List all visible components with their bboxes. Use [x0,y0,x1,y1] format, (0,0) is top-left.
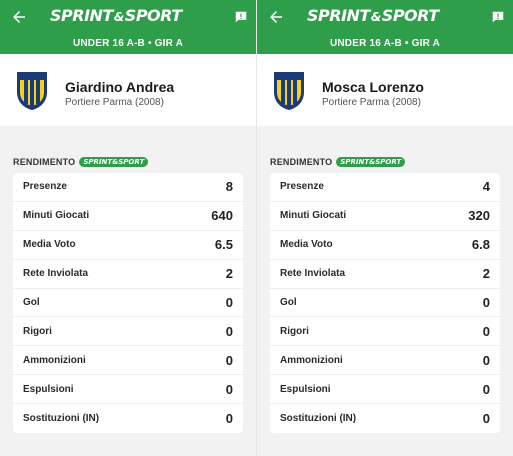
stat-row-espulsioni: Espulsioni 0 [270,375,500,405]
stat-row-gol: Gol 0 [270,289,500,318]
stat-row-presenze: Presenze 8 [13,173,243,202]
stat-row-minuti: Minuti Giocati 320 [270,202,500,231]
sprint-sport-badge: SPRINT&SPORT [336,157,406,167]
performance-label: RENDIMENTO [270,157,333,167]
alert-message-icon[interactable] [234,10,248,24]
player-header: Mosca Lorenzo Portiere Parma (2008) [257,54,513,126]
player-panel-right: SPRINT&SPORT UNDER 16 A-B • GIR A Mosca … [257,0,513,456]
stat-row-ammonizioni: Ammonizioni 0 [270,346,500,376]
player-role: Portiere Parma (2008) [322,97,421,108]
stat-row-rigori: Rigori 0 [13,317,243,347]
stat-row-media-voto: Media Voto 6.5 [13,231,243,260]
player-header: Giardino Andrea Portiere Parma (2008) [0,54,256,126]
parma-calcio-crest-icon [274,72,304,110]
performance-label: RENDIMENTO [13,157,76,167]
performance-heading: RENDIMENTO SPRINT&SPORT [13,155,149,169]
alert-message-icon[interactable] [491,10,505,24]
back-arrow-icon[interactable] [10,8,28,26]
league-subtitle: UNDER 16 A-B • GIR A [72,38,184,49]
stat-row-presenze: Presenze 4 [270,173,500,202]
sprint-sport-badge: SPRINT&SPORT [79,157,149,167]
performance-heading: RENDIMENTO SPRINT&SPORT [270,155,406,169]
stat-row-rigori: Rigori 0 [270,317,500,347]
sprint-sport-logo[interactable]: SPRINT&SPORT [307,6,439,28]
parma-calcio-crest-icon [17,72,47,110]
sprint-sport-logo[interactable]: SPRINT&SPORT [50,6,182,28]
app-header: SPRINT&SPORT UNDER 16 A-B • GIR A [0,0,256,54]
stat-row-media-voto: Media Voto 6.8 [270,231,500,260]
player-name: Mosca Lorenzo [322,79,424,95]
stats-card: Presenze 8 Minuti Giocati 640 Media Voto 6.… [13,173,243,433]
back-arrow-icon[interactable] [267,8,285,26]
stat-row-gol: Gol 0 [13,289,243,318]
player-name: Giardino Andrea [65,79,175,95]
stat-row-espulsioni: Espulsioni 0 [13,375,243,405]
stat-row-sostituzioni: Sostituzioni (IN) 0 [23,411,233,427]
stat-row-sostituzioni: Sostituzioni (IN) 0 [280,411,490,427]
stat-row-rete-inviolata: Rete Inviolata 2 [270,260,500,289]
league-subtitle: UNDER 16 A-B • GIR A [329,38,441,49]
player-panel-left: SPRINT&SPORT UNDER 16 A-B • GIR A Giardi… [0,0,256,456]
stats-card: Presenze 4 Minuti Giocati 320 Media Voto 6.… [270,173,500,433]
app-header: SPRINT&SPORT UNDER 16 A-B • GIR A [257,0,513,54]
player-role: Portiere Parma (2008) [65,97,164,108]
stat-row-ammonizioni: Ammonizioni 0 [13,346,243,376]
stat-row-minuti: Minuti Giocati 640 [13,202,243,231]
stat-row-rete-inviolata: Rete Inviolata 2 [13,260,243,289]
